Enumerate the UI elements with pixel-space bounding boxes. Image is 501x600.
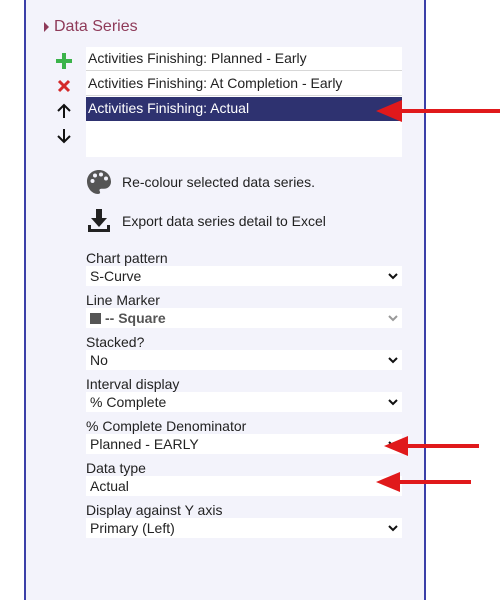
series-list[interactable]: Activities Finishing: Planned - Early Ac… (86, 47, 402, 157)
data-series-section-header[interactable]: Data Series (44, 18, 138, 36)
stacked-value: No (90, 352, 108, 368)
data-type-label: Data type (86, 460, 146, 476)
line-marker-label: Line Marker (86, 292, 160, 308)
interval-value: % Complete (90, 394, 167, 410)
interval-label: Interval display (86, 376, 180, 392)
export-excel-button[interactable]: Export data series detail to Excel (86, 208, 326, 234)
y-axis-select[interactable]: Primary (Left) (86, 518, 402, 538)
recolour-label: Re-colour selected data series. (122, 174, 315, 190)
stacked-select[interactable]: No (86, 350, 402, 370)
y-axis-label: Display against Y axis (86, 502, 223, 518)
export-label: Export data series detail to Excel (122, 213, 326, 229)
annotation-arrow-icon (384, 436, 479, 456)
annotation-arrow-icon (376, 100, 500, 122)
move-up-button[interactable] (53, 100, 75, 122)
add-series-button[interactable] (53, 50, 75, 72)
line-marker-select[interactable]: -- Square (86, 308, 402, 328)
list-item[interactable]: Activities Finishing: Planned - Early (86, 47, 402, 71)
square-marker-icon (90, 313, 101, 324)
denominator-select[interactable]: Planned - EARLY (86, 434, 402, 454)
plus-icon (56, 53, 72, 69)
arrow-down-icon (57, 129, 71, 144)
list-item-selected[interactable]: Activities Finishing: Actual (86, 97, 402, 121)
data-type-value: Actual (90, 478, 129, 494)
interval-select[interactable]: % Complete (86, 392, 402, 412)
data-type-select[interactable]: Actual (86, 476, 402, 496)
chevron-down-icon (388, 315, 398, 322)
section-title: Data Series (54, 18, 138, 35)
chevron-down-icon (388, 273, 398, 280)
denominator-value: Planned - EARLY (90, 436, 199, 452)
expand-triangle-icon (44, 22, 49, 32)
download-icon (88, 209, 110, 232)
line-marker-value: -- Square (105, 310, 166, 326)
stacked-label: Stacked? (86, 334, 145, 350)
close-x-icon (57, 79, 71, 93)
chart-pattern-label: Chart pattern (86, 250, 168, 266)
y-axis-value: Primary (Left) (90, 520, 175, 536)
chevron-down-icon (388, 525, 398, 532)
recolour-button[interactable]: Re-colour selected data series. (86, 169, 315, 195)
chart-pattern-value: S-Curve (90, 268, 142, 284)
chevron-down-icon (388, 399, 398, 406)
delete-series-button[interactable] (53, 75, 75, 97)
annotation-arrow-icon (376, 472, 471, 492)
chart-pattern-select[interactable]: S-Curve (86, 266, 402, 286)
list-item[interactable]: Activities Finishing: At Completion - Ea… (86, 72, 402, 96)
arrow-up-icon (57, 103, 71, 118)
palette-icon (87, 170, 111, 194)
denominator-label: % Complete Denominator (86, 418, 247, 434)
chevron-down-icon (388, 357, 398, 364)
move-down-button[interactable] (53, 125, 75, 147)
